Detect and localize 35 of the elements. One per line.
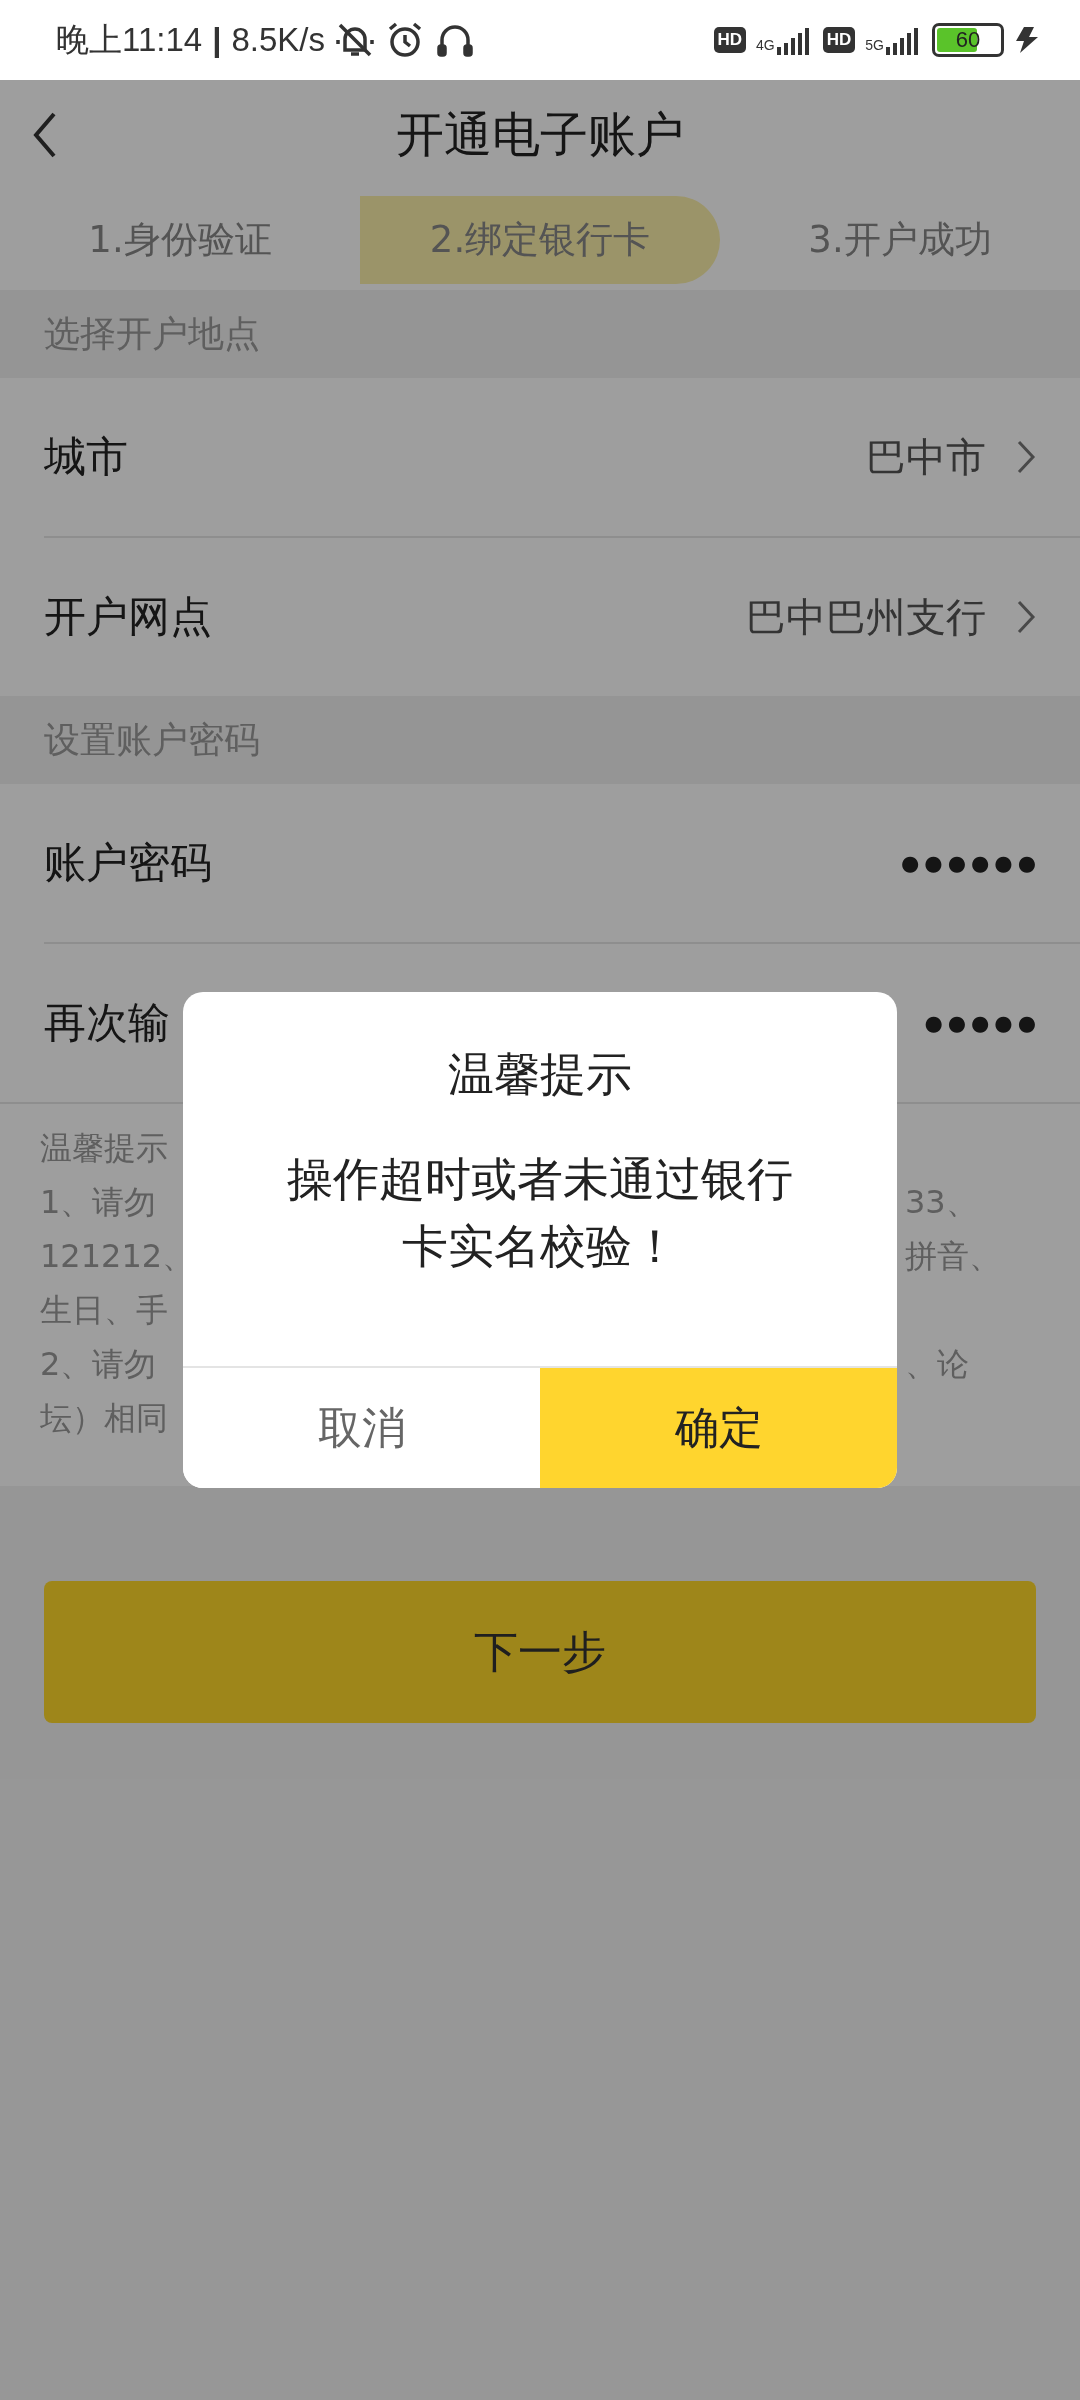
password-dots: ●●●●●● <box>901 851 1041 875</box>
row-label: 账户密码 <box>44 837 212 889</box>
form-row[interactable]: 账户密码 ●●●●●● <box>44 784 1080 944</box>
form-row[interactable]: 开户网点 巴中巴州支行 <box>44 538 1080 696</box>
dialog-message: 操作超时或者未通过银行卡实名校验！ <box>286 1151 794 1275</box>
hint-text: 温馨提示 <box>40 1128 168 1169</box>
hint-text: 、论 <box>905 1344 969 1385</box>
hint-text: 1、请勿 <box>40 1182 157 1223</box>
network-type: 5G <box>865 37 884 53</box>
row-label: 城市 <box>44 431 128 483</box>
clock: 晚上11:14 <box>56 19 203 60</box>
row-label: 开户网点 <box>44 591 212 643</box>
dialog-title: 温馨提示 <box>448 1046 632 1103</box>
form-row[interactable]: 城市 巴中市 <box>44 378 1080 538</box>
hd-badge: HD <box>713 27 747 53</box>
row-value: 巴中巴州支行 <box>746 592 986 642</box>
row-value: 巴中市 <box>866 432 986 482</box>
network-type: 4G <box>756 37 775 53</box>
separator: | <box>212 21 222 59</box>
page-title: 开通电子账户 <box>396 105 684 164</box>
hint-text: 坛）相同 <box>40 1398 168 1439</box>
row-label: 再次输 <box>44 997 170 1049</box>
network-speed: 8.5K/s <box>231 21 325 59</box>
charging-icon <box>1014 25 1040 55</box>
chevron-right-icon <box>1016 439 1036 475</box>
hd-badge: HD <box>822 27 856 53</box>
hint-text: 121212、 <box>40 1236 195 1277</box>
hint-text: 拼音、 <box>905 1236 1001 1277</box>
password-dots: ●●●●● <box>924 1011 1041 1035</box>
hint-text: 生日、手 <box>40 1290 168 1331</box>
chevron-right-icon <box>1016 599 1036 635</box>
hint-text: 33、 <box>905 1182 978 1223</box>
hint-text: 2、请勿 <box>40 1344 157 1385</box>
next-button[interactable]: 下一步 <box>44 1581 1036 1723</box>
confirm-button[interactable]: 确定 <box>540 1368 897 1488</box>
